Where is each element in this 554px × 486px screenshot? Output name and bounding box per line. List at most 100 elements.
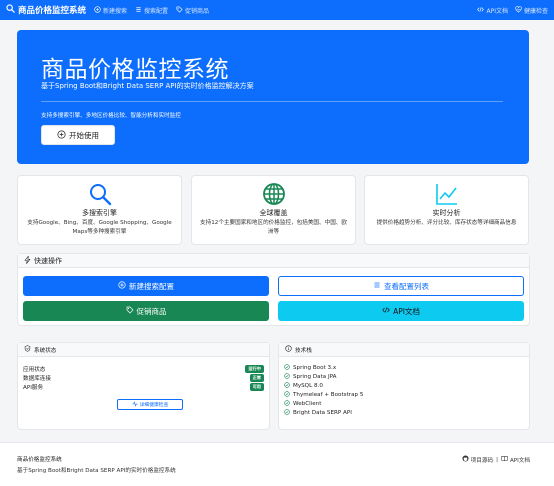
tech-item-label: WebClient <box>293 401 322 407</box>
shield-icon <box>24 345 31 354</box>
check-circle-icon <box>284 373 290 381</box>
tech-item: Bright Data SERP API <box>284 409 352 417</box>
system-status-title: 系统状态 <box>34 347 57 354</box>
api-docs-button[interactable]: API文档 <box>278 301 524 321</box>
tech-stack-title: 技术栈 <box>295 347 312 354</box>
hero-subtitle: 基于Spring Boot和Bright Data SERP API的实时价格监… <box>41 82 254 90</box>
tech-item-label: Thymeleaf + Bootstrap 5 <box>293 392 364 398</box>
hero-description: 支持多搜索引擎、多地区价格比较、智能分析和实时监控 <box>41 113 181 119</box>
tech-stack-card: 技术栈 Spring Boot 3.x Spring Data JPA MySQ… <box>278 342 530 430</box>
promotions-label: 促销商品 <box>136 306 167 316</box>
lightning-icon <box>24 255 31 266</box>
status-badge: 正常 <box>249 373 264 382</box>
footer-title: 商品价格监控系统 <box>17 457 62 463</box>
tech-item-label: MySQL 8.0 <box>293 383 323 389</box>
tech-item-label: Spring Boot 3.x <box>293 365 337 371</box>
footer-subtitle: 基于Spring Boot和Bright Data SERP API的实时价格监… <box>17 468 176 474</box>
tech-item-label: Spring Data JPA <box>293 374 337 380</box>
hero-title: 商品价格监控系统 <box>41 57 229 83</box>
check-circle-icon <box>284 382 290 390</box>
quick-actions-card: 快速操作 新建搜索配置 查看配置列表 促销商品 API文档 <box>17 253 530 326</box>
api-docs-label: API文档 <box>393 306 420 316</box>
start-button-label: 开始使用 <box>69 130 99 140</box>
tech-stack-header: 技术栈 <box>279 343 529 357</box>
nav-new-search[interactable]: 新建搜索 <box>94 5 128 15</box>
play-circle-icon <box>57 129 66 141</box>
activity-icon <box>131 400 138 409</box>
status-label: 数据库连接 <box>23 375 51 382</box>
nav-api-docs[interactable]: API文档 <box>477 6 508 15</box>
status-label: API服务 <box>23 384 44 391</box>
book-icon <box>501 455 508 464</box>
feature-card-search-engines: 多搜索引擎 支持Google、Bing、百度、Google Shopping、G… <box>17 175 182 245</box>
new-search-config-label: 新建搜索配置 <box>129 281 174 291</box>
search-icon <box>88 182 112 208</box>
check-circle-icon <box>284 391 290 399</box>
feature-description: 支持Google、Bing、百度、Google Shopping、Google … <box>27 220 172 235</box>
quick-actions-header: 快速操作 <box>18 254 529 268</box>
tech-item: Spring Boot 3.x <box>284 364 336 372</box>
check-circle-icon <box>284 400 290 408</box>
list-icon <box>373 281 381 291</box>
promotions-button[interactable]: 促销商品 <box>23 301 269 321</box>
feature-description: 支持12个主要国家和地区的价格监控，包括美国、中国、欧洲等 <box>200 220 347 235</box>
start-button[interactable]: 开始使用 <box>41 125 115 145</box>
nav-right-links: API文档 健康检查 <box>470 5 548 15</box>
tech-item: WebClient <box>284 400 321 408</box>
tech-item-label: Bright Data SERP API <box>293 410 352 416</box>
tag-icon <box>176 6 183 15</box>
github-icon <box>462 455 469 464</box>
footer: 商品价格监控系统 基于Spring Boot和Bright Data SERP … <box>0 442 554 486</box>
status-label: 应用状态 <box>23 366 46 373</box>
plus-circle-icon <box>118 281 126 291</box>
nav-search-configs[interactable]: 搜索配置 <box>135 6 168 15</box>
feature-title: 多搜索引擎 <box>82 209 117 217</box>
source-code-link[interactable]: 项目源码 <box>471 456 493 464</box>
nav-health-check-label: 健康检查 <box>523 7 548 15</box>
link-separator: | <box>496 456 498 463</box>
api-docs-footer-link[interactable]: API文档 <box>510 456 530 464</box>
globe-icon <box>262 182 286 208</box>
tech-item: Thymeleaf + Bootstrap 5 <box>284 391 363 399</box>
hero-divider <box>41 101 503 102</box>
info-circle-icon <box>285 345 292 354</box>
status-row-api: API服务 可用 <box>23 382 264 391</box>
status-row-database: 数据库连接 正常 <box>23 373 264 382</box>
tag-icon <box>126 306 134 316</box>
list-icon <box>135 6 142 15</box>
plus-circle-icon <box>94 5 101 15</box>
feature-description: 提供价格趋势分析、评分比较、库存状态等详细商品信息 <box>376 220 517 226</box>
search-icon <box>6 4 15 16</box>
system-status-header: 系统状态 <box>18 343 269 357</box>
heart-pulse-icon <box>515 5 522 15</box>
feature-title: 全球覆盖 <box>259 209 288 217</box>
check-circle-icon <box>284 409 290 417</box>
system-status-card: 系统状态 应用状态 运行中 数据库连接 正常 API服务 可用 详细健康检查 <box>17 342 270 430</box>
new-search-config-button[interactable]: 新建搜索配置 <box>23 276 269 296</box>
feature-card-global: 全球覆盖 支持12个主要国家和地区的价格监控，包括美国、中国、欧洲等 <box>191 175 356 245</box>
feature-title: 实时分析 <box>432 209 461 217</box>
tech-item: Spring Data JPA <box>284 373 336 381</box>
feature-card-analysis: 实时分析 提供价格趋势分析、评分比较、库存状态等详细商品信息 <box>364 175 529 245</box>
nav-new-search-label: 新建搜索 <box>103 7 128 15</box>
quick-actions-title: 快速操作 <box>34 256 62 265</box>
navbar: 商品价格监控系统 新建搜索 搜索配置 促销商品 API文档 健康检查 <box>0 0 554 20</box>
chart-line-icon <box>435 182 459 208</box>
nav-api-docs-label: API文档 <box>486 7 508 15</box>
detailed-health-check-label: 详细健康检查 <box>139 403 169 408</box>
tech-item: MySQL 8.0 <box>284 382 323 390</box>
nav-health-check[interactable]: 健康检查 <box>515 5 548 15</box>
code-icon <box>382 306 390 316</box>
nav-promotions-label: 促销商品 <box>185 7 210 15</box>
hero-banner: 商品价格监控系统 基于Spring Boot和Bright Data SERP … <box>17 30 529 164</box>
status-row-app: 应用状态 运行中 <box>23 364 264 373</box>
navbar-brand[interactable]: 商品价格监控系统 <box>6 4 86 16</box>
view-config-list-button[interactable]: 查看配置列表 <box>278 276 524 296</box>
view-config-list-label: 查看配置列表 <box>384 281 429 291</box>
footer-links: 项目源码 | API文档 <box>462 455 530 464</box>
nav-promotions[interactable]: 促销商品 <box>176 6 209 15</box>
detailed-health-check-button[interactable]: 详细健康检查 <box>117 399 183 410</box>
nav-search-configs-label: 搜索配置 <box>144 7 169 15</box>
brand-label: 商品价格监控系统 <box>18 6 87 16</box>
status-badge: 运行中 <box>245 364 264 373</box>
